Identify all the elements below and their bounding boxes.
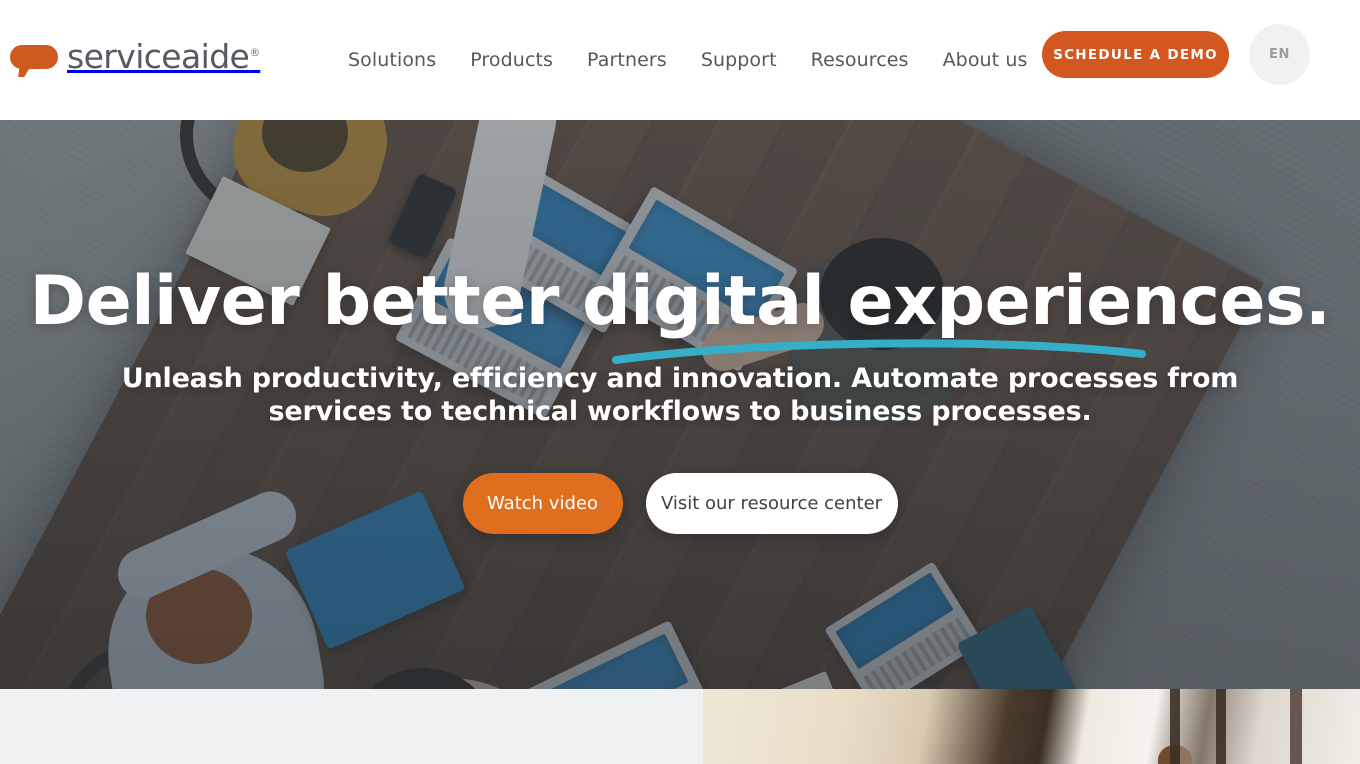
- nav-item-products[interactable]: Products: [453, 49, 570, 71]
- nav-item-solutions[interactable]: Solutions: [331, 49, 453, 71]
- speech-bubble-icon: [10, 44, 58, 69]
- resource-center-button[interactable]: Visit our resource center: [645, 473, 898, 535]
- logo-wordmark: serviceaide®: [67, 40, 260, 73]
- hero-title: Deliver better digital experiences.: [29, 262, 1331, 341]
- nav-item-partners[interactable]: Partners: [570, 49, 684, 71]
- nav-item-about-us[interactable]: About us: [926, 49, 1045, 71]
- logo-trademark-icon: ®: [249, 46, 261, 59]
- site-logo[interactable]: serviceaide®: [10, 40, 260, 73]
- nav-item-support[interactable]: Support: [684, 49, 794, 71]
- site-header: serviceaide® Solutions Products Partners…: [0, 0, 1360, 120]
- hero-content: Deliver better digital experiences. Unle…: [0, 120, 1360, 689]
- watch-video-button[interactable]: Watch video: [462, 473, 623, 535]
- hero-cta-group: Watch video Visit our resource center: [462, 473, 898, 535]
- schedule-demo-button[interactable]: SCHEDULE A DEMO: [1042, 31, 1229, 78]
- language-selector-button[interactable]: EN: [1249, 24, 1310, 85]
- nav-item-resources[interactable]: Resources: [794, 49, 926, 71]
- person-head-below-fold: [1158, 745, 1192, 764]
- logo-name: serviceaide: [67, 37, 250, 76]
- hero-subtitle: Unleash productivity, efficiency and inn…: [121, 363, 1239, 428]
- main-navigation: Solutions Products Partners Support Reso…: [331, 0, 1045, 120]
- below-fold-photo: [703, 689, 1360, 764]
- below-fold-section: [0, 689, 1360, 764]
- hero-section: Deliver better digital experiences. Unle…: [0, 120, 1360, 689]
